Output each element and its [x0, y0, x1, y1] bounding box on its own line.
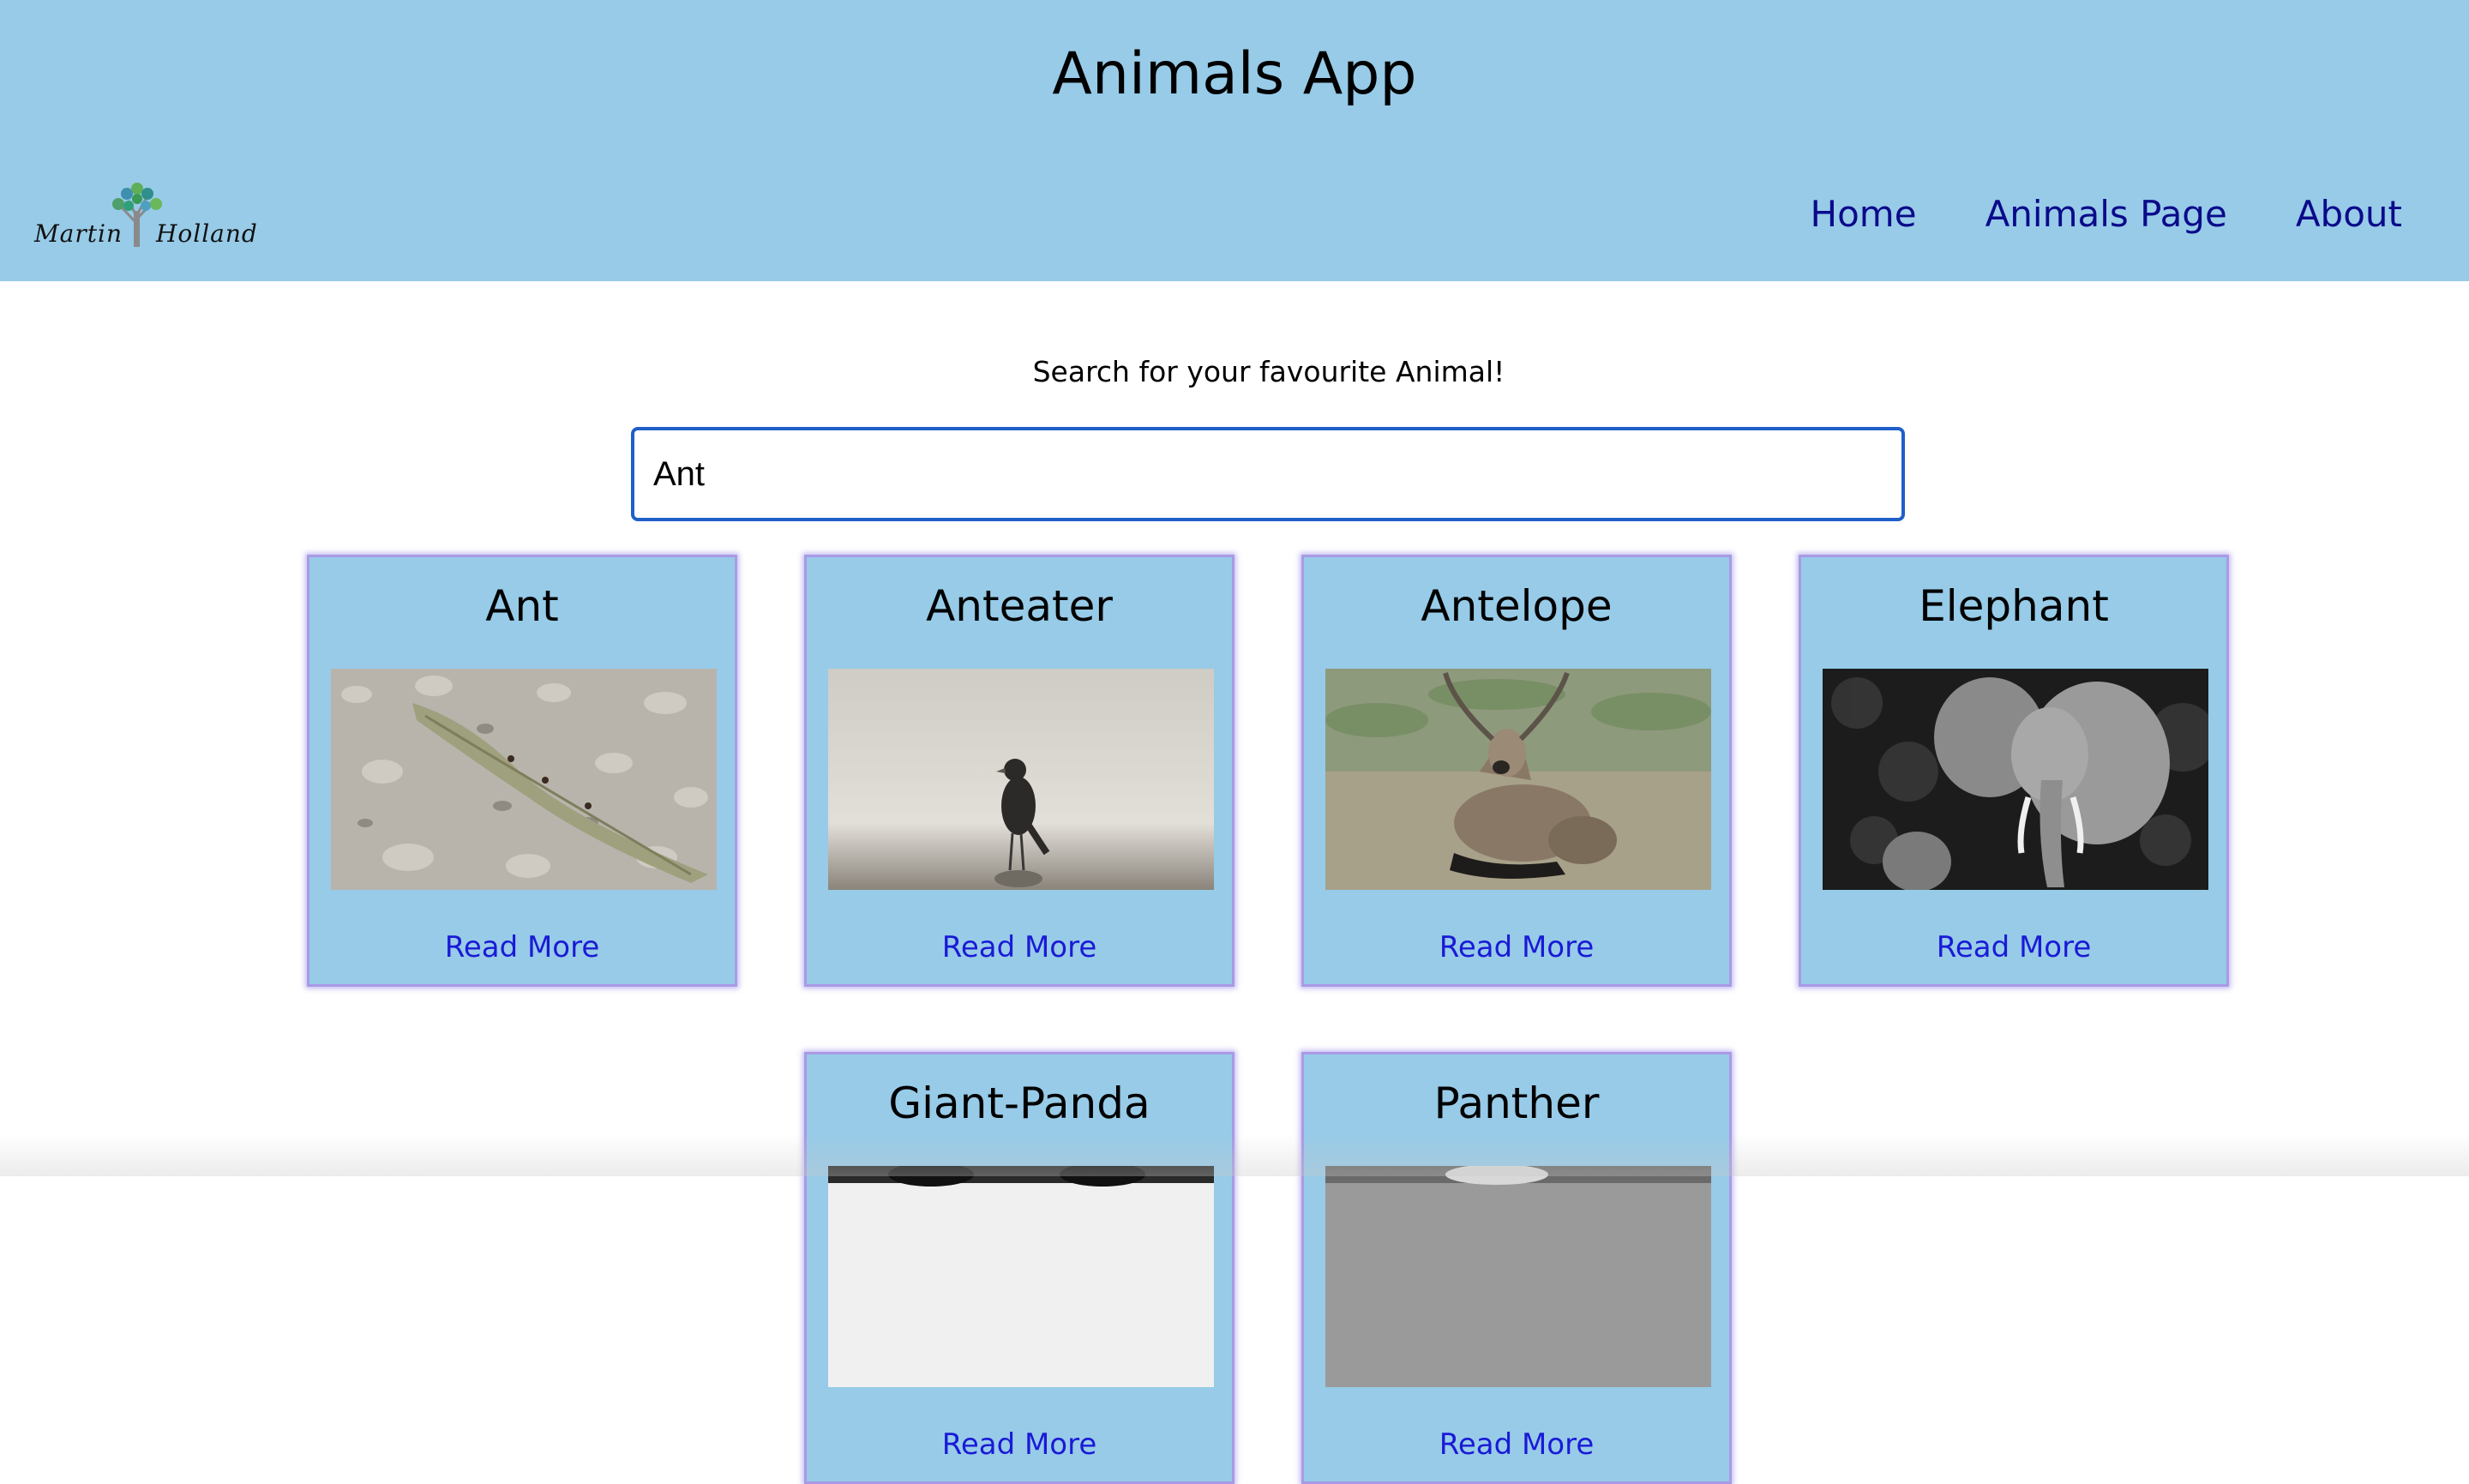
read-more-link[interactable]: Read More	[1304, 1423, 1729, 1466]
card-title: Elephant	[1919, 581, 2109, 631]
animal-card-antelope: Antelope Read More	[1301, 555, 1732, 987]
logo-text-right: Holland	[156, 219, 258, 248]
animal-card-elephant: Elephant Read More	[1799, 555, 2229, 987]
giant-panda-image	[828, 1166, 1214, 1387]
search-label: Search for your favourite Animal!	[1032, 355, 1505, 388]
elephant-image	[1823, 669, 2208, 890]
card-title: Panther	[1433, 1078, 1600, 1128]
search-input[interactable]	[631, 427, 1905, 521]
read-more-link[interactable]: Read More	[1304, 926, 1729, 969]
card-title: Anteater	[926, 581, 1113, 631]
panther-image	[1325, 1166, 1711, 1387]
card-title: Giant-Panda	[888, 1078, 1150, 1128]
animal-card-anteater: Anteater Read More	[804, 555, 1234, 987]
nav-about-link[interactable]: About	[2296, 189, 2402, 240]
nav-animals-page-link[interactable]: Animals Page	[1985, 189, 2227, 240]
card-title: Antelope	[1421, 581, 1613, 631]
anteater-image	[828, 669, 1214, 890]
read-more-link[interactable]: Read More	[807, 1423, 1232, 1466]
animal-card-ant: Ant Read More	[307, 555, 737, 987]
logo-text-left: Martin	[34, 219, 123, 248]
app-header: Animals App Martin Holland Home Animals …	[0, 0, 2469, 281]
antelope-image	[1325, 669, 1711, 890]
logo[interactable]: Martin Holland	[33, 182, 257, 250]
read-more-link[interactable]: Read More	[309, 926, 735, 969]
app-title: Animals App	[1052, 40, 1417, 108]
card-title: Ant	[485, 581, 559, 631]
nav-home-link[interactable]: Home	[1811, 189, 1917, 240]
animal-card-panther: Panther Read More	[1301, 1052, 1732, 1484]
read-more-link[interactable]: Read More	[807, 926, 1232, 969]
animal-card-giant-panda: Giant-Panda Read More	[804, 1052, 1234, 1484]
ant-image	[331, 669, 717, 890]
main-nav: Home Animals Page About	[1742, 189, 2402, 240]
read-more-link[interactable]: Read More	[1801, 926, 2226, 969]
bottom-fade	[0, 1133, 2469, 1176]
